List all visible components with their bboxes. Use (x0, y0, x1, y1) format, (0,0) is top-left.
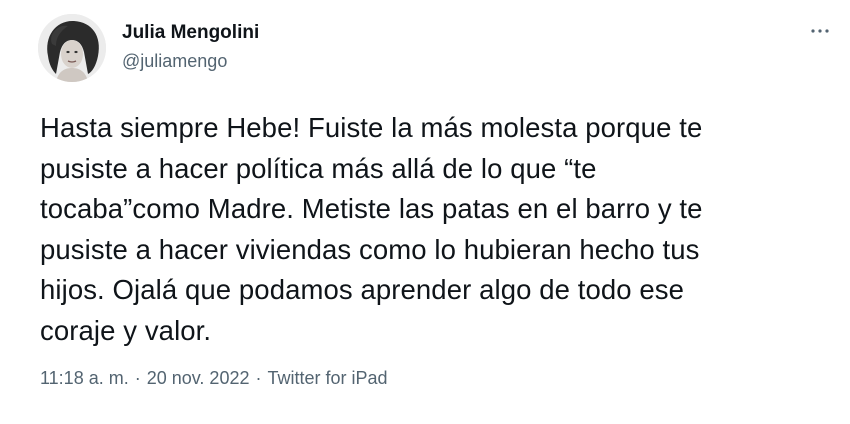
tweet-metadata: 11:18 a. m. · 20 nov. 2022 · Twitter for iPa… (40, 368, 388, 389)
tweet-date[interactable]: 20 nov. 2022 (147, 368, 250, 388)
author-display-name[interactable]: Julia Mengolini (122, 22, 259, 44)
more-horizontal-icon (811, 29, 829, 33)
tweet-source[interactable]: Twitter for iPad (267, 368, 387, 388)
avatar-image (38, 14, 106, 82)
tweet-time[interactable]: 11:18 a. m. (40, 368, 129, 388)
tweet-card: Julia Mengolini @juliamengo Hasta siempr… (0, 0, 850, 424)
tweet-text: Hasta siempre Hebe! Fuiste la más molest… (40, 112, 703, 346)
author-handle[interactable]: @juliamengo (122, 51, 227, 72)
more-options-button[interactable] (804, 20, 836, 42)
author-avatar[interactable] (38, 14, 106, 82)
meta-separator: · (255, 368, 262, 388)
meta-separator: · (134, 368, 141, 388)
